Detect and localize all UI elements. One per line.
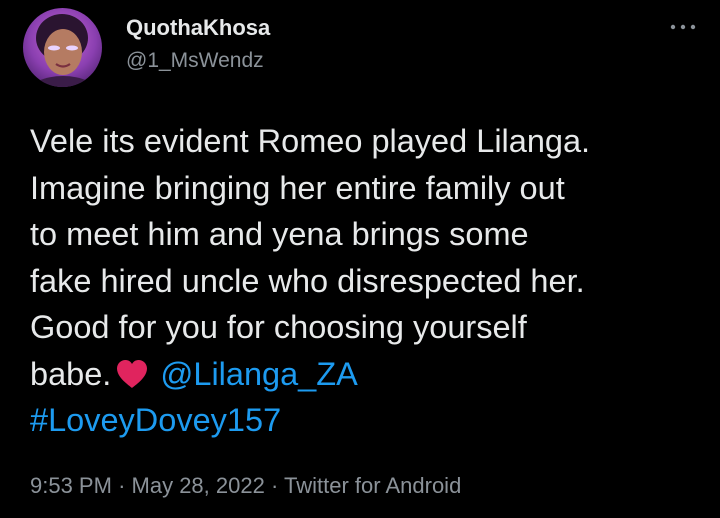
tweet-meta: 9:53 PM · May 28, 2022 · Twitter for And…: [30, 473, 461, 499]
tweet-line: to meet him and yena brings some: [30, 216, 529, 252]
tweet-text: Vele its evident Romeo played Lilanga. I…: [30, 118, 715, 444]
author-display-name[interactable]: QuothaKhosa: [126, 15, 270, 41]
tweet-line: Imagine bringing her entire family out: [30, 169, 565, 206]
avatar[interactable]: [23, 8, 102, 87]
tweet-line-prefix: babe.: [30, 355, 112, 392]
meta-separator: ·: [118, 473, 126, 498]
tweet-line: Good for you for choosing yourself: [30, 309, 527, 345]
red-heart-icon: [115, 355, 149, 402]
mention-link[interactable]: @Lilanga_ZA: [160, 356, 357, 392]
tweet-date[interactable]: May 28, 2022: [132, 473, 265, 498]
tweet-time[interactable]: 9:53 PM: [30, 473, 112, 498]
author-handle[interactable]: @1_MsWendz: [126, 49, 264, 73]
tweet-source: Twitter for Android: [284, 473, 462, 498]
hashtag-link[interactable]: #LoveyDovey157: [30, 397, 715, 444]
meta-separator: ·: [270, 473, 279, 498]
profile-photo: [23, 8, 102, 87]
tweet-line-last: babe. @Lilanga_ZA: [30, 351, 715, 398]
tweet-line: Vele its evident Romeo played Lilanga.: [30, 123, 591, 159]
tweet-line: fake hired uncle who disrespected her.: [30, 262, 585, 299]
ellipsis-icon[interactable]: [668, 14, 698, 40]
tweet-card: QuothaKhosa @1_MsWendz Vele its evident …: [0, 0, 720, 518]
